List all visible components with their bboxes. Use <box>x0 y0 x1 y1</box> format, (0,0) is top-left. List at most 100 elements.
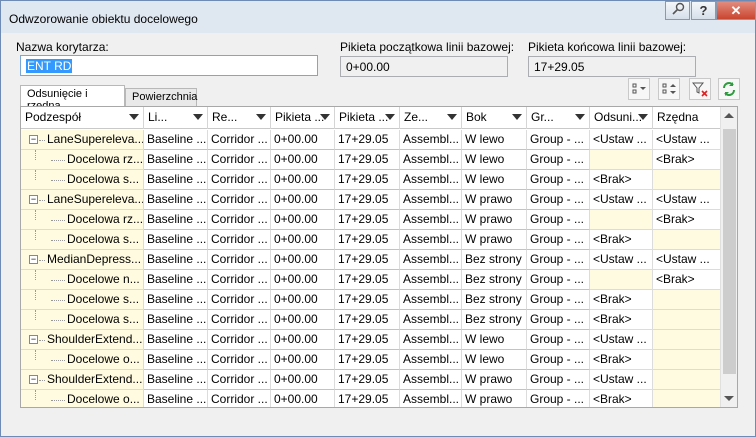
column-header[interactable]: Podzespół <box>21 107 144 129</box>
collapse-icon[interactable]: − <box>29 335 38 344</box>
column-header[interactable]: Odsuni... <box>590 107 653 129</box>
cell-od[interactable]: <Brak> <box>590 310 653 330</box>
sort-arrow-icon[interactable] <box>575 114 585 120</box>
column-header[interactable]: Gr... <box>527 107 590 129</box>
table-row[interactable]: Docelowe o... Baseline ... Corridor ... 0+0… <box>21 350 721 370</box>
cell-rz[interactable] <box>653 170 721 190</box>
column-header[interactable]: Li... <box>144 107 208 129</box>
pick-icon[interactable] <box>665 1 690 20</box>
cell-p1: 0+00.00 <box>271 390 335 407</box>
cell-od[interactable]: <Brak> <box>590 290 653 310</box>
column-options-button[interactable] <box>628 78 650 100</box>
sort-arrow-icon[interactable] <box>385 114 395 120</box>
tab-offset-elevation[interactable]: Odsunięcie i rzędna <box>20 85 125 112</box>
cell-li: Baseline ... <box>144 130 208 150</box>
tab-surface[interactable]: Powierzchnia <box>125 88 197 108</box>
table-row[interactable]: Docelowe n... Baseline ... Corridor ... 0+0… <box>21 270 721 290</box>
cell-rz[interactable]: <Brak> <box>653 270 721 290</box>
cell-od[interactable]: <Ustaw ... <box>590 330 653 350</box>
cell-rz[interactable] <box>653 350 721 370</box>
cell-rz[interactable]: <Brak> <box>653 150 721 170</box>
cell-rz[interactable] <box>653 230 721 250</box>
cell-od[interactable]: <Brak> <box>590 170 653 190</box>
cell-rz[interactable]: <Ustaw ... <box>653 190 721 210</box>
table-row[interactable]: Docelowe s... Baseline ... Corridor ... 0+0… <box>21 290 721 310</box>
sort-arrow-icon[interactable] <box>512 114 522 120</box>
cell-od[interactable]: <Brak> <box>590 390 653 407</box>
column-header-label: Re... <box>212 110 238 124</box>
cell-rz[interactable]: <Brak> <box>653 210 721 230</box>
cell-rz[interactable] <box>653 390 721 407</box>
cell-li: Baseline ... <box>144 190 208 210</box>
vertical-scrollbar[interactable] <box>720 107 737 407</box>
cell-p1: 0+00.00 <box>271 370 335 390</box>
column-header[interactable]: Bok <box>462 107 527 129</box>
sort-arrow-icon[interactable] <box>638 114 648 120</box>
column-header-label: Bok <box>466 110 487 124</box>
cell-rz[interactable] <box>653 370 721 390</box>
cell-rz[interactable]: <Ustaw ... <box>653 130 721 150</box>
table-row[interactable]: Docelowa rz... Baseline ... Corridor ... 0+… <box>21 150 721 170</box>
sort-arrow-icon[interactable] <box>256 114 266 120</box>
column-header[interactable]: Re... <box>208 107 271 129</box>
table-row[interactable]: Docelowe o... Baseline ... Corridor ... 0+0… <box>21 390 721 407</box>
scroll-up-icon[interactable] <box>724 113 734 118</box>
cell-od[interactable] <box>590 270 653 290</box>
sort-arrow-icon[interactable] <box>447 114 457 120</box>
column-header[interactable]: Rzędna <box>653 107 721 129</box>
table-row[interactable]: − LaneSupereleva... Baseline ... Corridor .… <box>21 190 721 210</box>
cell-ze: Assembl... <box>400 130 462 150</box>
cell-re: Corridor ... <box>208 310 271 330</box>
corridor-name-field[interactable]: ENT RD <box>20 55 318 76</box>
collapse-icon[interactable]: − <box>29 135 38 144</box>
sort-arrow-icon[interactable] <box>129 114 139 120</box>
cell-od[interactable]: <Ustaw ... <box>590 370 653 390</box>
table-row[interactable]: − MedianDepress... Baseline ... Corridor ..… <box>21 250 721 270</box>
table-row[interactable]: Docelowa s... Baseline ... Corridor ... 0+0… <box>21 170 721 190</box>
cell-rz[interactable] <box>653 290 721 310</box>
cell-re: Corridor ... <box>208 170 271 190</box>
cell-od[interactable]: <Brak> <box>590 230 653 250</box>
sort-arrow-icon[interactable] <box>193 114 203 120</box>
collapse-icon[interactable]: − <box>29 255 38 264</box>
sort-arrow-icon[interactable] <box>320 114 330 120</box>
refresh-button[interactable] <box>718 78 740 100</box>
help-button[interactable]: ? <box>691 1 716 20</box>
collapse-icon[interactable]: − <box>29 195 38 204</box>
cell-re: Corridor ... <box>208 230 271 250</box>
column-header[interactable]: Ze... <box>400 107 462 129</box>
cell-od[interactable]: <Ustaw ... <box>590 190 653 210</box>
column-header[interactable]: Pikieta ... <box>271 107 335 129</box>
cell-rz[interactable] <box>653 330 721 350</box>
table-row[interactable]: − ShoulderExtend... Baseline ... Corridor .… <box>21 370 721 390</box>
cell-od[interactable] <box>590 210 653 230</box>
sort-button[interactable] <box>658 78 680 100</box>
cell-od[interactable]: <Ustaw ... <box>590 250 653 270</box>
cell-li: Baseline ... <box>144 250 208 270</box>
table-row[interactable]: − ShoulderExtend... Baseline ... Corridor .… <box>21 330 721 350</box>
cell-rz[interactable] <box>653 310 721 330</box>
subassembly-cell: − LaneSupereleva... <box>21 190 144 210</box>
table-row[interactable]: − LaneSupereleva... Baseline ... Corridor .… <box>21 130 721 150</box>
cell-rz[interactable]: <Ustaw ... <box>653 250 721 270</box>
close-button[interactable]: ✕ <box>716 1 756 20</box>
table-row[interactable]: Docelowa s... Baseline ... Corridor ... 0+0… <box>21 230 721 250</box>
tree-connector <box>39 200 45 201</box>
cell-li: Baseline ... <box>144 270 208 290</box>
collapse-icon[interactable]: − <box>29 375 38 384</box>
cell-li: Baseline ... <box>144 370 208 390</box>
table-row[interactable]: Docelowa rz... Baseline ... Corridor ... 0+… <box>21 210 721 230</box>
cell-gr: Group - ... <box>527 390 590 407</box>
cell-od[interactable]: <Ustaw ... <box>590 130 653 150</box>
scroll-down-icon[interactable] <box>724 396 734 401</box>
cell-od[interactable]: <Brak> <box>590 350 653 370</box>
subassembly-cell: − ShoulderExtend... <box>21 330 144 350</box>
tree-connector <box>35 390 36 400</box>
cell-od[interactable] <box>590 150 653 170</box>
cell-p2: 17+29.05 <box>335 270 400 290</box>
table-row[interactable]: Docelowa s... Baseline ... Corridor ... 0+0… <box>21 310 721 330</box>
clear-filter-button[interactable] <box>689 78 711 100</box>
column-header[interactable]: Pikieta ... <box>335 107 400 129</box>
scroll-thumb[interactable] <box>723 129 736 374</box>
cell-re: Corridor ... <box>208 370 271 390</box>
